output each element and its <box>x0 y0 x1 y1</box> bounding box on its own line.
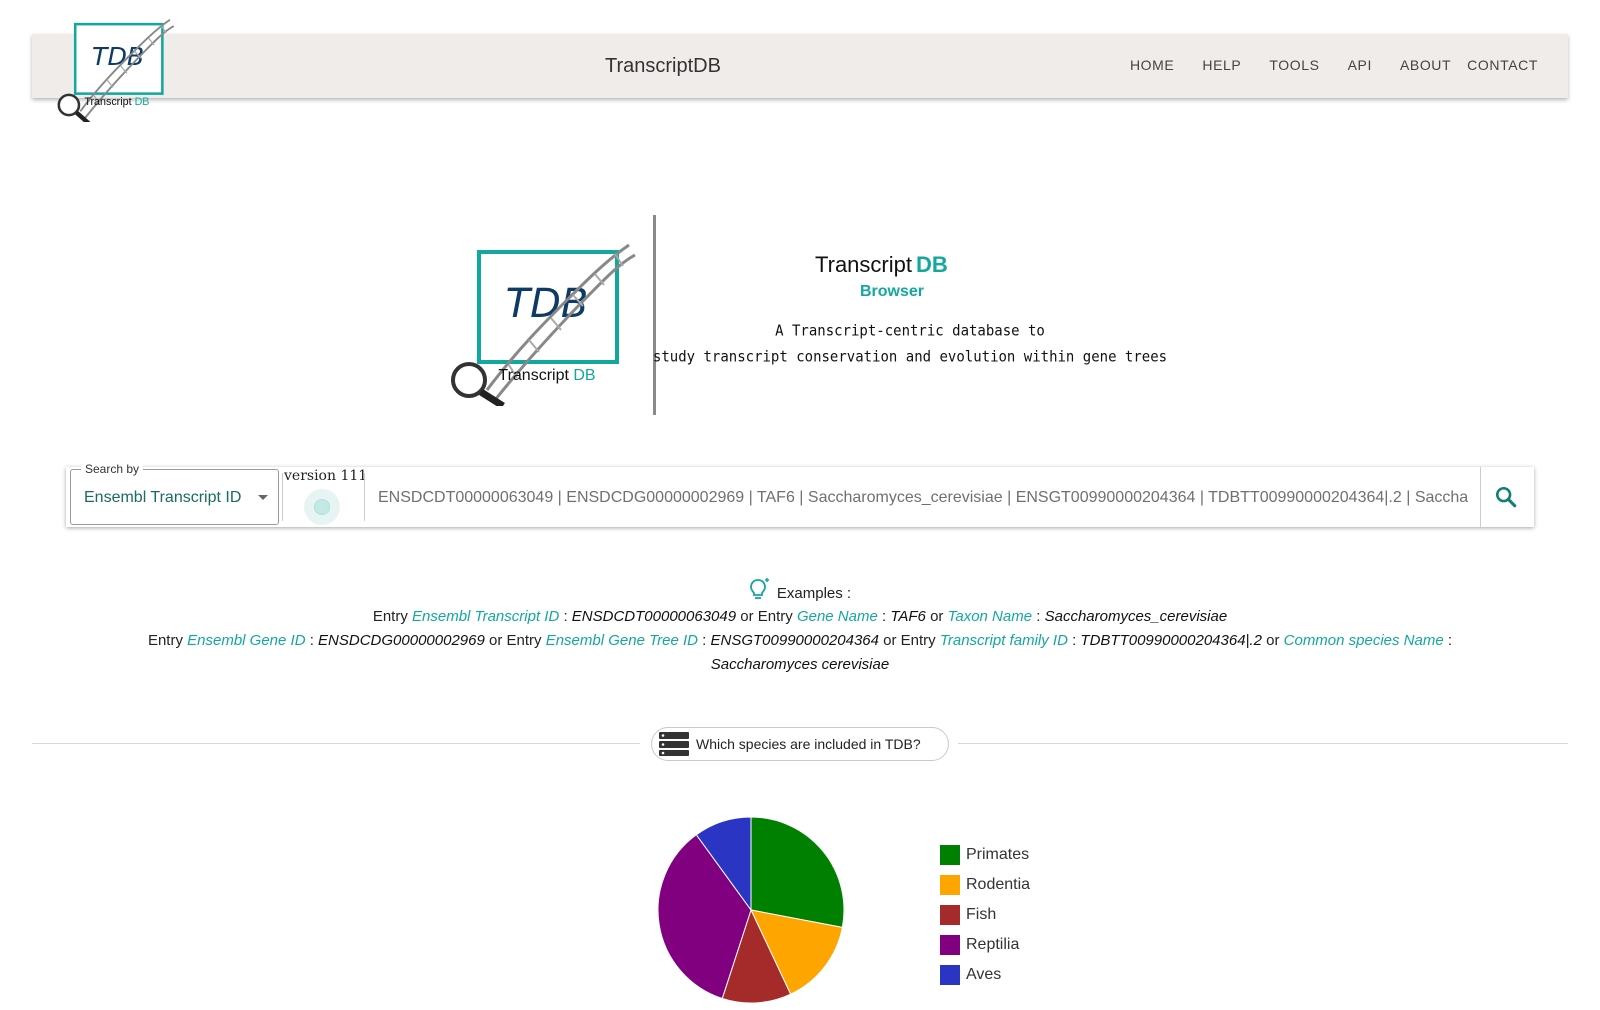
entry-text: Entry <box>372 608 408 625</box>
or-entry-text: or Entry <box>883 632 936 649</box>
version-label: version 111 <box>284 468 368 484</box>
hero-tagline-1: A Transcript-centric database to <box>775 322 1045 340</box>
version-radio[interactable] <box>304 489 340 525</box>
example-value-taxon-name[interactable]: Saccharomyces_cerevisiae <box>1045 608 1228 625</box>
example-field-common-name[interactable]: Common species Name <box>1284 632 1444 649</box>
database-icon <box>659 732 689 756</box>
divider <box>1480 467 1481 527</box>
svg-text:Transcript DB: Transcript DB <box>498 367 595 384</box>
section-divider-right <box>958 743 1568 744</box>
divider <box>282 473 283 521</box>
example-line-1: Entry Ensembl Transcript ID : ENSDCDT000… <box>0 608 1600 625</box>
search-by-value: Ensembl Transcript ID <box>84 489 242 506</box>
example-field-family-id[interactable]: Transcript family ID <box>940 632 1068 649</box>
example-field-gene-name[interactable]: Gene Name <box>797 608 878 625</box>
legend-label: Fish <box>966 906 997 923</box>
legend-swatch <box>940 875 960 895</box>
nav-tools[interactable]: TOOLS <box>1269 57 1319 73</box>
divider <box>364 473 365 521</box>
entry-text: Entry <box>147 632 183 649</box>
separator: : <box>881 608 887 625</box>
search-by-label: Search by <box>81 462 144 476</box>
example-field-gene-id[interactable]: Ensembl Gene ID <box>187 632 305 649</box>
example-value-transcript-id[interactable]: ENSDCDT00000063049 <box>572 608 736 625</box>
example-value-gene-tree-id[interactable]: ENSGT00990000204364 <box>711 632 879 649</box>
legend-swatch <box>940 905 960 925</box>
legend-item-reptilia[interactable]: Reptilia <box>940 930 1030 960</box>
hero-divider <box>653 215 656 415</box>
example-value-gene-name[interactable]: TAF6 <box>890 608 926 625</box>
separator: : <box>1036 608 1041 625</box>
separator: : <box>309 632 314 649</box>
search-by-select[interactable]: Search by Ensembl Transcript ID <box>70 462 279 525</box>
pie-slice-primates[interactable] <box>750 816 845 929</box>
example-value-family-id[interactable]: TDBTT00990000204364|.2 <box>1080 632 1262 649</box>
main-nav: HOME HELP TOOLS API ABOUT CONTACT <box>1114 57 1538 73</box>
search-input[interactable] <box>376 485 1470 511</box>
separator: : <box>702 632 707 649</box>
nav-contact[interactable]: CONTACT <box>1467 57 1538 73</box>
or-entry-text: or Entry <box>740 608 793 625</box>
legend-item-rodentia[interactable]: Rodentia <box>940 870 1030 900</box>
legend-label: Reptilia <box>966 936 1020 953</box>
legend-label: Aves <box>966 966 1002 983</box>
legend-label: Rodentia <box>966 876 1031 893</box>
separator: : <box>1447 632 1453 649</box>
species-info-button[interactable]: Which species are included in TDB? <box>651 727 949 761</box>
example-value-gene-id[interactable]: ENSDCDG00000002969 <box>318 632 485 649</box>
hero-subtitle: Browser <box>860 283 925 300</box>
example-value-common-name[interactable]: Saccharomyces cerevisiae <box>711 656 889 673</box>
examples-title: Examples : <box>776 585 852 602</box>
app-title: TranscriptDB <box>605 55 721 77</box>
or-entry-text: or Entry <box>489 632 542 649</box>
nav-about[interactable]: ABOUT <box>1400 57 1451 73</box>
lightbulb-icon <box>749 578 769 599</box>
search-bar: Search by Ensembl Transcript ID version … <box>66 462 1534 527</box>
hero-title-db: DB <box>915 252 948 277</box>
legend-item-aves[interactable]: Aves <box>940 960 1030 990</box>
legend-item-fish[interactable]: Fish <box>940 900 1030 930</box>
legend-item-primates[interactable]: Primates <box>940 840 1030 870</box>
or-text: or <box>930 608 944 625</box>
hero-title: Transcript DB <box>815 252 948 278</box>
svg-text:Transcript DB: Transcript DB <box>84 96 149 108</box>
radio-dot-icon <box>314 499 330 515</box>
examples-heading: Examples : <box>0 577 1600 602</box>
separator: : <box>563 608 568 625</box>
hero-title-main: Transcript <box>815 252 912 277</box>
separator: : <box>1072 632 1077 649</box>
search-icon[interactable] <box>1492 483 1520 511</box>
species-button-label: Which species are included in TDB? <box>696 736 921 752</box>
top-app-bar: TranscriptDB HOME HELP TOOLS API ABOUT C… <box>32 34 1568 98</box>
or-text: or <box>1266 632 1280 649</box>
legend-swatch <box>940 935 960 955</box>
section-divider-left <box>32 743 640 744</box>
legend-swatch <box>940 965 960 985</box>
example-field-gene-tree-id[interactable]: Ensembl Gene Tree ID <box>546 632 698 649</box>
tdb-logo-small[interactable]: TDB Transcript DB <box>55 16 175 122</box>
species-legend: Primates Rodentia Fish Reptilia Aves <box>940 840 1030 990</box>
species-pie-chart <box>657 816 845 1004</box>
chevron-down-icon <box>258 495 268 500</box>
nav-help[interactable]: HELP <box>1202 57 1241 73</box>
example-field-transcript-id[interactable]: Ensembl Transcript ID <box>412 608 559 625</box>
nav-api[interactable]: API <box>1348 57 1372 73</box>
legend-label: Primates <box>966 846 1030 863</box>
example-line-3: Saccharomyces cerevisiae <box>0 656 1600 673</box>
nav-home[interactable]: HOME <box>1130 57 1174 73</box>
example-field-taxon-name[interactable]: Taxon Name <box>948 608 1033 625</box>
example-line-2: Entry Ensembl Gene ID : ENSDCDG000000029… <box>0 632 1600 649</box>
hero-tagline-2: study transcript conservation and evolut… <box>652 348 1168 366</box>
legend-swatch <box>940 845 960 865</box>
